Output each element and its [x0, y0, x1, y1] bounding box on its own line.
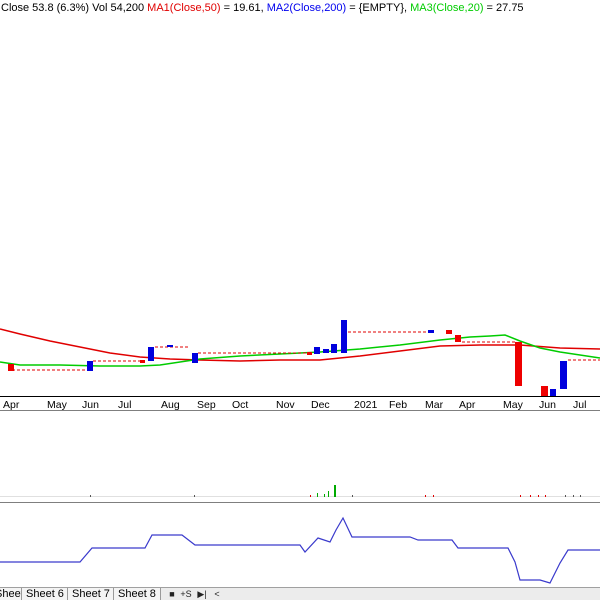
- volume-bar: [194, 495, 195, 497]
- candle: [307, 352, 312, 355]
- candle: [541, 386, 548, 396]
- volume-bar: [545, 495, 546, 497]
- month-label: Apr: [459, 399, 476, 411]
- tab-sheet-7[interactable]: Sheet 7: [67, 588, 115, 600]
- month-label: May: [47, 399, 68, 411]
- volume-bar: [520, 495, 521, 497]
- candle: [446, 330, 452, 334]
- month-label: Jun: [539, 399, 556, 411]
- month-label: Nov: [276, 399, 295, 411]
- candle: [515, 342, 522, 386]
- volume-bar: [425, 495, 426, 497]
- candle: [314, 347, 320, 354]
- volume-bars: [90, 485, 581, 497]
- volume-bar: [538, 495, 539, 497]
- month-label: Jul: [118, 399, 131, 411]
- month-label: Aug: [161, 399, 180, 411]
- date-axis: Apr May Jun Jul Aug Sep Oct Nov Dec 2021…: [3, 399, 586, 411]
- candle: [148, 347, 154, 361]
- volume-bar: [573, 495, 574, 497]
- volume-bar: [352, 495, 353, 497]
- volume-bar: [433, 495, 434, 497]
- volume-bar: [324, 494, 325, 497]
- tab-sheet-8[interactable]: Sheet 8: [113, 588, 161, 600]
- month-label: Apr: [3, 399, 20, 411]
- volume-bar: [334, 485, 336, 497]
- scroll-end-icon[interactable]: ▶|: [195, 588, 209, 600]
- volume-bar: [530, 495, 531, 497]
- candle: [323, 349, 329, 353]
- add-sheet-icon[interactable]: +S: [179, 588, 193, 600]
- month-label: Dec: [311, 399, 330, 411]
- indicator-line: [0, 516, 600, 584]
- lock-icon[interactable]: ■: [165, 588, 179, 600]
- month-label: 2021: [354, 399, 378, 411]
- candle: [331, 344, 337, 353]
- candle: [428, 330, 434, 333]
- month-label: Jul: [573, 399, 586, 411]
- volume-bar: [310, 495, 311, 497]
- volume-bar: [580, 495, 581, 497]
- volume-bar: [90, 495, 91, 497]
- candle: [167, 345, 173, 347]
- month-label: Jun: [82, 399, 99, 411]
- stock-chart[interactable]: Apr May Jun Jul Aug Sep Oct Nov Dec 2021…: [0, 0, 600, 587]
- month-label: Feb: [389, 399, 407, 411]
- volume-bar: [565, 495, 566, 497]
- candle-bodies: [8, 320, 567, 396]
- month-label: Oct: [232, 399, 248, 411]
- candle: [455, 335, 461, 342]
- month-label: Sep: [197, 399, 216, 411]
- candle: [560, 361, 567, 389]
- ma1-line: [0, 328, 600, 362]
- candle: [87, 361, 93, 371]
- volume-bar: [317, 493, 318, 497]
- tab-sheet-6[interactable]: Sheet 6: [21, 588, 69, 600]
- candle: [192, 353, 198, 363]
- month-label: Mar: [425, 399, 444, 411]
- candle: [550, 389, 556, 396]
- month-label: May: [503, 399, 524, 411]
- sheet-tabs-bar: Sheet 5 Sheet 6 Sheet 7 Sheet 8 ■ +S ▶| …: [0, 587, 600, 600]
- scroll-left-icon[interactable]: <: [210, 588, 224, 600]
- candle: [8, 364, 14, 371]
- volume-bar: [328, 491, 329, 497]
- candle: [140, 360, 145, 363]
- candle: [341, 320, 347, 353]
